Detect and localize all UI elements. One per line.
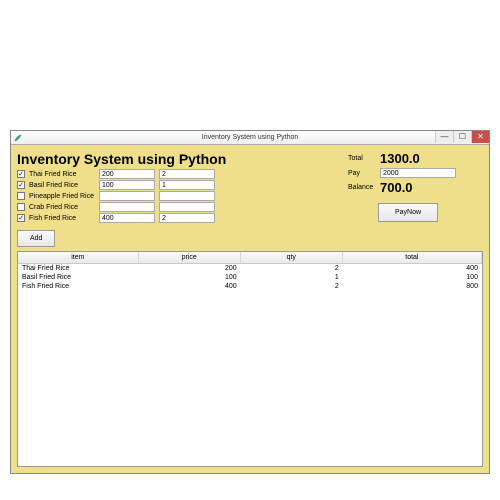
price-input[interactable]: 200 <box>99 169 155 179</box>
item-checkbox[interactable] <box>17 192 25 200</box>
cell-item: Fish Fried Rice <box>18 282 139 291</box>
paynow-button[interactable]: PayNow <box>378 203 438 222</box>
price-input[interactable]: 400 <box>99 213 155 223</box>
maximize-button[interactable]: ☐ <box>453 131 471 143</box>
cell-item: Thai Fried Rice <box>18 264 139 273</box>
total-value: 1300.0 <box>380 151 420 166</box>
item-row: Thai Fried Rice 200 2 <box>17 169 338 179</box>
col-total[interactable]: total <box>343 252 482 264</box>
pay-input[interactable]: 2000 <box>380 168 456 178</box>
qty-input[interactable]: 2 <box>159 169 215 179</box>
cell-qty: 2 <box>241 264 343 273</box>
cell-price: 100 <box>139 273 241 282</box>
cell-total: 400 <box>343 264 482 273</box>
price-input[interactable]: 100 <box>99 180 155 190</box>
page-title: Inventory System using Python <box>17 151 338 167</box>
balance-value: 700.0 <box>380 180 413 195</box>
item-label: Basil Fried Rice <box>29 182 95 189</box>
app-icon <box>14 134 22 142</box>
item-label: Fish Fried Rice <box>29 215 95 222</box>
cell-total: 800 <box>343 282 482 291</box>
qty-input[interactable]: 1 <box>159 180 215 190</box>
table-row[interactable]: Fish Fried Rice4002800 <box>18 282 482 291</box>
table-row[interactable]: Basil Fried Rice1001100 <box>18 273 482 282</box>
pay-label: Pay <box>348 170 374 177</box>
balance-label: Balance <box>348 184 374 191</box>
item-checkbox[interactable] <box>17 181 25 189</box>
window-title: Inventory System using Python <box>202 134 299 141</box>
qty-input[interactable] <box>159 191 215 201</box>
total-label: Total <box>348 155 374 162</box>
item-row: Fish Fried Rice 400 2 <box>17 213 338 223</box>
item-row: Crab Fried Rice <box>17 202 338 212</box>
item-checkbox[interactable] <box>17 214 25 222</box>
cell-qty: 2 <box>241 282 343 291</box>
cell-item: Basil Fried Rice <box>18 273 139 282</box>
cell-qty: 1 <box>241 273 343 282</box>
qty-input[interactable] <box>159 202 215 212</box>
add-button[interactable]: Add <box>17 230 55 247</box>
item-row: Pineapple Fried Rice <box>17 191 338 201</box>
order-table: item price qty total Thai Fried Rice2002… <box>17 251 483 467</box>
item-row: Basil Fried Rice 100 1 <box>17 180 338 190</box>
minimize-button[interactable]: — <box>435 131 453 143</box>
titlebar: Inventory System using Python — ☐ ✕ <box>11 131 489 145</box>
item-checkbox[interactable] <box>17 203 25 211</box>
item-checkbox[interactable] <box>17 170 25 178</box>
item-label: Thai Fried Rice <box>29 171 95 178</box>
item-label: Crab Fried Rice <box>29 204 95 211</box>
col-qty[interactable]: qty <box>241 252 343 264</box>
item-label: Pineapple Fried Rice <box>29 193 95 200</box>
cell-price: 400 <box>139 282 241 291</box>
close-button[interactable]: ✕ <box>471 131 489 143</box>
cell-total: 100 <box>343 273 482 282</box>
cell-price: 200 <box>139 264 241 273</box>
col-item[interactable]: item <box>18 252 139 264</box>
col-price[interactable]: price <box>139 252 241 264</box>
app-window: Inventory System using Python — ☐ ✕ Inve… <box>10 130 490 474</box>
price-input[interactable] <box>99 191 155 201</box>
price-input[interactable] <box>99 202 155 212</box>
table-row[interactable]: Thai Fried Rice2002400 <box>18 264 482 273</box>
qty-input[interactable]: 2 <box>159 213 215 223</box>
